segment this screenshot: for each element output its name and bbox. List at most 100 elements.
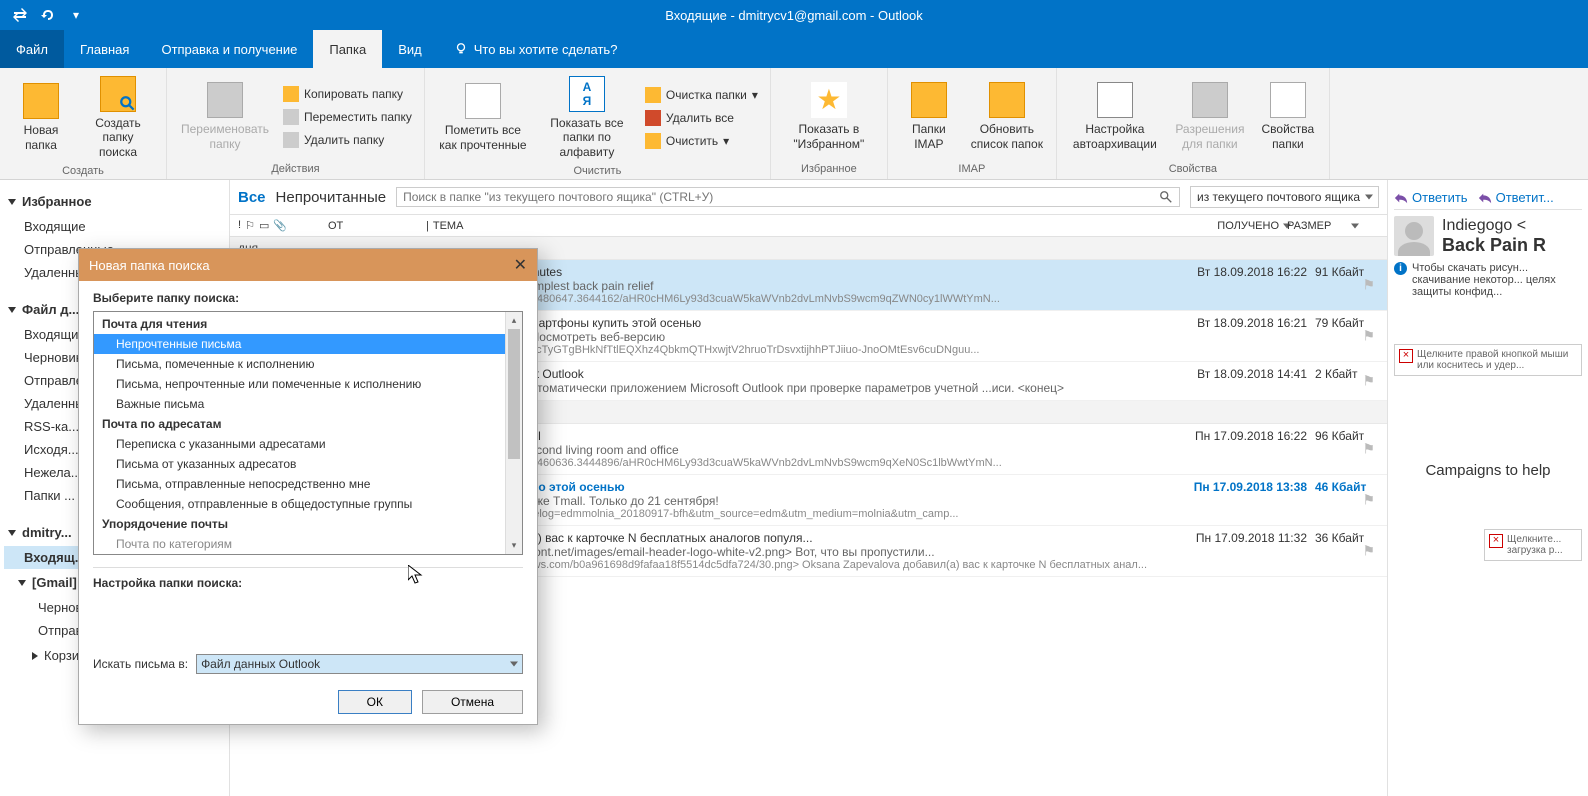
column-headers: ! ⚐ ▭ 📎 ОТ |ТЕМА ПОЛУЧЕНО РАЗМЕР bbox=[230, 215, 1387, 237]
clean-icon bbox=[645, 133, 661, 149]
sort-az-icon: АЯ bbox=[569, 76, 605, 112]
customize-label: Настройка папки поиска: bbox=[93, 576, 523, 590]
group-properties: Свойства bbox=[1065, 161, 1321, 177]
autoarchive-button[interactable]: Настройка автоархивации bbox=[1065, 78, 1165, 155]
lb-item-direct[interactable]: Письма, отправленные непосредственно мне bbox=[94, 474, 505, 494]
folder-properties-button[interactable]: Свойства папки bbox=[1255, 78, 1321, 155]
properties-icon bbox=[1270, 82, 1306, 118]
nav-item-inbox-fav[interactable]: Входящие bbox=[4, 215, 225, 238]
titlebar: ▾ Входящие - dmitrycv1@gmail.com - Outlo… bbox=[0, 0, 1588, 30]
clean-button[interactable]: Очистить ▾ bbox=[641, 131, 762, 151]
image-placeholder[interactable]: Щелкните... загрузка р... bbox=[1484, 529, 1582, 561]
col-subject[interactable]: |ТЕМА bbox=[418, 220, 1147, 232]
lb-item-categories[interactable]: Почта по категориям bbox=[94, 534, 505, 554]
flag-icon[interactable]: ⚑ bbox=[1362, 328, 1375, 345]
lb-group-people: Почта по адресатам bbox=[94, 414, 505, 434]
flag-icon[interactable]: ⚑ bbox=[1362, 441, 1375, 458]
reminder-col-icon[interactable]: ⚐ bbox=[245, 219, 255, 232]
lb-item-public-groups[interactable]: Сообщения, отправленные в общедоступные … bbox=[94, 494, 505, 514]
group-actions: Действия bbox=[175, 161, 416, 177]
body-text: Campaigns to help bbox=[1394, 446, 1582, 479]
reply-all-button[interactable]: Ответит... bbox=[1478, 190, 1554, 205]
lb-item-important[interactable]: Важные письма bbox=[94, 394, 505, 414]
copy-folder-button[interactable]: Копировать папку bbox=[279, 84, 416, 104]
group-create: Создать bbox=[8, 163, 158, 179]
listbox-scrollbar[interactable]: ▴ ▾ bbox=[505, 312, 522, 554]
filter-unread[interactable]: Непрочитанные bbox=[276, 189, 387, 206]
filter-all[interactable]: Все bbox=[238, 189, 266, 206]
search-scope-dropdown[interactable]: из текущего почтового ящика bbox=[1190, 186, 1379, 208]
ribbon: Новая папка Создать папку поиска Создать… bbox=[0, 68, 1588, 180]
flag-icon[interactable]: ⚑ bbox=[1362, 543, 1375, 560]
send-receive-qat-icon[interactable] bbox=[10, 5, 30, 25]
close-icon[interactable]: ✕ bbox=[514, 255, 527, 275]
icon-col-icon[interactable]: ▭ bbox=[259, 219, 269, 232]
delete-folder-button: Удалить папку bbox=[279, 130, 416, 150]
copy-icon bbox=[283, 86, 299, 102]
rename-folder-button: Переименовать папку bbox=[175, 78, 275, 155]
search-in-combo[interactable]: Файл данных Outlook bbox=[196, 654, 523, 674]
envelope-icon bbox=[465, 83, 501, 119]
tab-view[interactable]: Вид bbox=[382, 30, 438, 68]
lb-item-unread[interactable]: Непрочтенные письма bbox=[94, 334, 505, 354]
col-received[interactable]: ПОЛУЧЕНО bbox=[1147, 220, 1287, 232]
lb-group-organize: Упорядочение почты bbox=[94, 514, 505, 534]
col-size[interactable]: РАЗМЕР bbox=[1287, 220, 1359, 232]
group-favorites: Избранное bbox=[779, 161, 879, 177]
search-icon[interactable] bbox=[1159, 190, 1173, 204]
tab-send-receive[interactable]: Отправка и получение bbox=[145, 30, 313, 68]
flag-icon[interactable]: ⚑ bbox=[1362, 373, 1375, 390]
delete-all-icon bbox=[645, 110, 661, 126]
tell-me[interactable]: Что вы хотите сделать? bbox=[438, 30, 634, 68]
lb-item-flagged[interactable]: Письма, помеченные к исполнению bbox=[94, 354, 505, 374]
new-folder-button[interactable]: Новая папка bbox=[8, 79, 74, 156]
nav-favorites[interactable]: Избранное bbox=[4, 188, 225, 215]
scroll-thumb[interactable] bbox=[508, 329, 520, 459]
imap-icon bbox=[911, 82, 947, 118]
download-images-banner[interactable]: Чтобы скачать рисун... скачивание некото… bbox=[1394, 256, 1582, 304]
imap-folders-button[interactable]: Папки IMAP bbox=[896, 78, 962, 155]
lb-item-from[interactable]: Письма от указанных адресатов bbox=[94, 454, 505, 474]
group-imap: IMAP bbox=[896, 161, 1048, 177]
flag-icon[interactable]: ⚑ bbox=[1362, 277, 1375, 294]
ok-button[interactable]: ОК bbox=[338, 690, 412, 714]
tab-file[interactable]: Файл bbox=[0, 30, 64, 68]
update-folder-list-button[interactable]: Обновить список папок bbox=[966, 78, 1048, 155]
search-folder-icon bbox=[100, 76, 136, 112]
scroll-down-icon[interactable]: ▾ bbox=[506, 537, 522, 554]
attachment-col-icon[interactable]: 📎 bbox=[273, 219, 287, 232]
cancel-button[interactable]: Отмена bbox=[422, 690, 523, 714]
delete-icon bbox=[283, 132, 299, 148]
mark-all-read-button[interactable]: Пометить все как прочтенные bbox=[433, 79, 533, 156]
show-az-button[interactable]: АЯПоказать все папки по алфавиту bbox=[537, 72, 637, 163]
lb-item-conversations[interactable]: Переписка с указанными адресатами bbox=[94, 434, 505, 454]
image-placeholder[interactable]: Щелкните правой кнопкой мыши или косните… bbox=[1394, 344, 1582, 376]
folder-permissions-button: Разрешения для папки bbox=[1169, 78, 1251, 155]
tab-folder[interactable]: Папка bbox=[313, 30, 382, 68]
search-folder-listbox[interactable]: Почта для чтения Непрочтенные письма Пис… bbox=[93, 311, 523, 555]
search-input[interactable] bbox=[403, 190, 1159, 204]
reply-button[interactable]: Ответить bbox=[1394, 190, 1468, 205]
lb-item-unread-or-flagged[interactable]: Письма, непрочтенные или помеченные к ис… bbox=[94, 374, 505, 394]
reading-pane: Ответить Ответит... Indiegogo < Back Pai… bbox=[1388, 180, 1588, 796]
delete-all-button[interactable]: Удалить все bbox=[641, 108, 762, 128]
search-box[interactable] bbox=[396, 187, 1180, 207]
flag-icon[interactable]: ⚑ bbox=[1362, 492, 1375, 509]
customize-qat-icon[interactable]: ▾ bbox=[66, 5, 86, 25]
clean-folder-button[interactable]: Очистка папки ▾ bbox=[641, 85, 762, 105]
show-favorites-button[interactable]: ★Показать в "Избранном" bbox=[779, 78, 879, 155]
move-icon bbox=[283, 109, 299, 125]
rename-icon bbox=[207, 82, 243, 118]
scroll-up-icon[interactable]: ▴ bbox=[506, 312, 522, 329]
undo-qat-icon[interactable] bbox=[38, 5, 58, 25]
window-title: Входящие - dmitrycv1@gmail.com - Outlook bbox=[665, 8, 923, 23]
tab-home[interactable]: Главная bbox=[64, 30, 145, 68]
ribbon-tabs: Файл Главная Отправка и получение Папка … bbox=[0, 30, 1588, 68]
folder-icon bbox=[23, 83, 59, 119]
move-folder-button: Переместить папку bbox=[279, 107, 416, 127]
bulb-icon bbox=[454, 42, 468, 56]
avatar bbox=[1394, 216, 1434, 256]
new-search-folder-button[interactable]: Создать папку поиска bbox=[78, 72, 158, 163]
col-from[interactable]: ОТ bbox=[328, 220, 418, 232]
importance-col-icon[interactable]: ! bbox=[238, 219, 241, 232]
